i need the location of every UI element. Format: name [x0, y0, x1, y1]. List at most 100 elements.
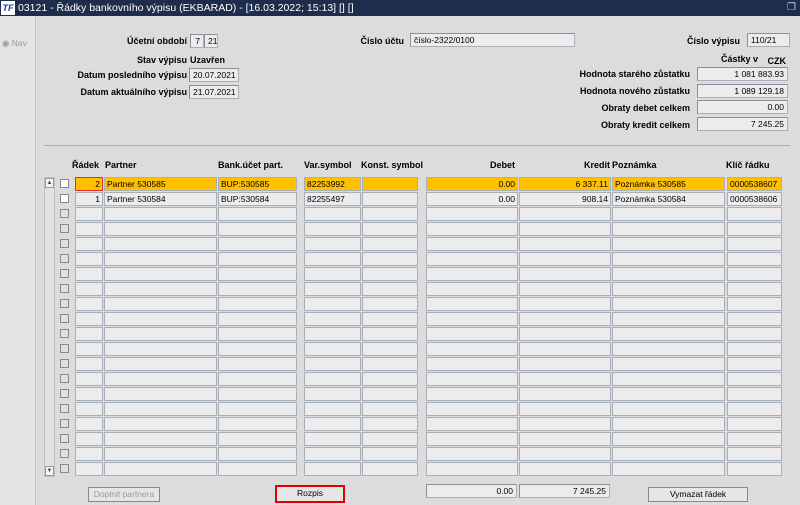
row-checkbox[interactable]: [60, 284, 69, 293]
cell-klic[interactable]: [727, 297, 782, 311]
cislo-vypisu-field[interactable]: 110/21: [747, 33, 790, 47]
cell-radek[interactable]: [75, 312, 103, 326]
cell-var[interactable]: [304, 252, 361, 266]
cell-kredit[interactable]: [519, 327, 611, 341]
cell-konst[interactable]: [362, 207, 418, 221]
cell-bank[interactable]: [218, 447, 297, 461]
cell-partner[interactable]: [104, 462, 217, 476]
cell-konst[interactable]: [362, 417, 418, 431]
cell-konst[interactable]: [362, 327, 418, 341]
cell-klic[interactable]: [727, 252, 782, 266]
rozpis-button[interactable]: Rozpis: [275, 485, 345, 503]
cell-partner[interactable]: [104, 417, 217, 431]
cell-poznamka[interactable]: [612, 417, 725, 431]
cell-radek[interactable]: [75, 222, 103, 236]
cell-radek[interactable]: 2: [75, 177, 103, 191]
cell-konst[interactable]: [362, 312, 418, 326]
cell-bank[interactable]: [218, 402, 297, 416]
cell-kredit[interactable]: [519, 297, 611, 311]
cell-kredit[interactable]: 908.14: [519, 192, 611, 206]
cell-konst[interactable]: [362, 402, 418, 416]
row-checkbox[interactable]: [60, 194, 69, 203]
cell-klic[interactable]: [727, 327, 782, 341]
cell-poznamka[interactable]: [612, 342, 725, 356]
cell-bank[interactable]: [218, 462, 297, 476]
cell-poznamka[interactable]: [612, 402, 725, 416]
cell-partner[interactable]: [104, 342, 217, 356]
cell-poznamka[interactable]: [612, 207, 725, 221]
cell-radek[interactable]: [75, 387, 103, 401]
cell-var[interactable]: [304, 267, 361, 281]
cell-poznamka[interactable]: [612, 267, 725, 281]
cell-radek[interactable]: [75, 297, 103, 311]
cell-var[interactable]: [304, 402, 361, 416]
nav-button[interactable]: ◉ Nav: [2, 38, 27, 49]
cell-radek[interactable]: [75, 342, 103, 356]
cell-klic[interactable]: [727, 447, 782, 461]
cell-bank[interactable]: [218, 312, 297, 326]
cell-bank[interactable]: [218, 222, 297, 236]
cell-konst[interactable]: [362, 342, 418, 356]
cell-klic[interactable]: [727, 222, 782, 236]
cell-kredit[interactable]: [519, 447, 611, 461]
cell-konst[interactable]: [362, 282, 418, 296]
cell-konst[interactable]: [362, 372, 418, 386]
cell-konst[interactable]: [362, 192, 418, 206]
cell-konst[interactable]: [362, 387, 418, 401]
row-checkbox[interactable]: [60, 434, 69, 443]
cell-radek[interactable]: [75, 267, 103, 281]
cell-bank[interactable]: [218, 207, 297, 221]
cell-partner[interactable]: [104, 402, 217, 416]
cell-debet[interactable]: [426, 462, 518, 476]
row-checkbox[interactable]: [60, 419, 69, 428]
cell-debet[interactable]: [426, 432, 518, 446]
cell-bank[interactable]: [218, 387, 297, 401]
cell-radek[interactable]: [75, 207, 103, 221]
cell-partner[interactable]: Partner 530585: [104, 177, 217, 191]
cell-var[interactable]: [304, 372, 361, 386]
vymazat-radek-button[interactable]: Vymazat řádek: [648, 487, 748, 502]
cell-debet[interactable]: [426, 372, 518, 386]
cell-var[interactable]: 82253992: [304, 177, 361, 191]
row-checkbox[interactable]: [60, 374, 69, 383]
cell-radek[interactable]: [75, 417, 103, 431]
cell-bank[interactable]: [218, 237, 297, 251]
cell-radek[interactable]: 1: [75, 192, 103, 206]
cell-partner[interactable]: [104, 312, 217, 326]
cell-poznamka[interactable]: Poznámka 530584: [612, 192, 725, 206]
cell-var[interactable]: [304, 297, 361, 311]
cell-debet[interactable]: [426, 237, 518, 251]
cell-konst[interactable]: [362, 297, 418, 311]
row-checkbox[interactable]: [60, 209, 69, 218]
cell-poznamka[interactable]: Poznámka 530585: [612, 177, 725, 191]
cell-kredit[interactable]: [519, 372, 611, 386]
cell-debet[interactable]: [426, 297, 518, 311]
row-checkbox[interactable]: [60, 359, 69, 368]
cell-radek[interactable]: [75, 237, 103, 251]
cell-klic[interactable]: [727, 402, 782, 416]
row-checkbox[interactable]: [60, 269, 69, 278]
cell-klic[interactable]: [727, 267, 782, 281]
row-checkbox[interactable]: [60, 314, 69, 323]
cell-partner[interactable]: Partner 530584: [104, 192, 217, 206]
cell-partner[interactable]: [104, 297, 217, 311]
cell-poznamka[interactable]: [612, 462, 725, 476]
cell-bank[interactable]: [218, 297, 297, 311]
cell-poznamka[interactable]: [612, 327, 725, 341]
cell-debet[interactable]: [426, 357, 518, 371]
doplnit-partnera-button[interactable]: Doplnit partnera: [88, 487, 160, 502]
cell-poznamka[interactable]: [612, 432, 725, 446]
cell-radek[interactable]: [75, 447, 103, 461]
cell-konst[interactable]: [362, 462, 418, 476]
cell-bank[interactable]: [218, 282, 297, 296]
cell-var[interactable]: [304, 327, 361, 341]
cell-poznamka[interactable]: [612, 357, 725, 371]
cell-bank[interactable]: [218, 327, 297, 341]
ucetni-obdobi-year[interactable]: 21: [204, 34, 218, 48]
cell-bank[interactable]: [218, 267, 297, 281]
cell-debet[interactable]: [426, 447, 518, 461]
row-checkbox[interactable]: [60, 179, 69, 188]
cell-poznamka[interactable]: [612, 372, 725, 386]
cell-var[interactable]: [304, 222, 361, 236]
cell-radek[interactable]: [75, 282, 103, 296]
